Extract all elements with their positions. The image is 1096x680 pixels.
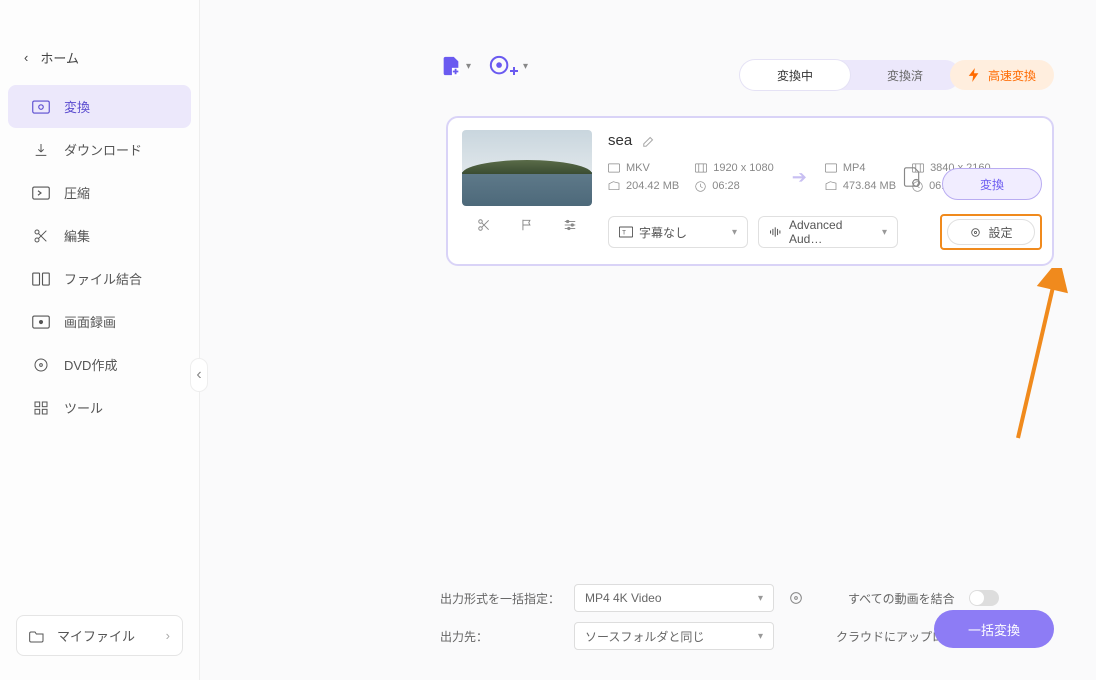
trim-icon[interactable] — [477, 218, 491, 232]
sidebar-item-merge[interactable]: ファイル結合 — [8, 257, 191, 300]
compress-icon — [32, 186, 50, 200]
merge-icon — [32, 272, 50, 286]
sidebar-item-label: 変換 — [64, 97, 90, 116]
edit-name-icon[interactable] — [642, 134, 656, 148]
audio-icon — [769, 226, 783, 238]
chevron-left-icon: ‹ — [24, 50, 28, 65]
sidebar-item-compress[interactable]: 圧縮 — [8, 171, 191, 214]
grid-icon — [32, 400, 50, 416]
output-dest-select[interactable]: ソースフォルダと同じ ▾ — [574, 622, 774, 650]
merge-toggle[interactable] — [969, 590, 999, 606]
sidebar-item-label: ダウンロード — [64, 140, 142, 159]
file-card: sea MKV 1920 x 1080 204.42 MB 06:28 ➔ MP… — [446, 116, 1054, 266]
output-settings-icon[interactable] — [902, 166, 922, 188]
folder-icon — [29, 629, 45, 643]
chevron-down-icon: ▾ — [466, 61, 471, 72]
source-specs: MKV 1920 x 1080 204.42 MB 06:28 — [608, 162, 774, 192]
output-format-select[interactable]: MP4 4K Video ▾ — [574, 584, 774, 612]
convert-icon — [32, 100, 50, 114]
sidebar-item-label: ファイル結合 — [64, 269, 142, 288]
disc-icon — [32, 357, 50, 373]
sidebar-item-dvd[interactable]: DVD作成 — [8, 343, 191, 386]
output-dest-label: 出力先： — [440, 628, 560, 645]
home-link[interactable]: ‹ ホーム — [0, 40, 199, 85]
convert-button[interactable]: 変換 — [942, 168, 1042, 200]
settings-button-highlight[interactable]: 設定 — [940, 214, 1042, 250]
sidebar-item-record[interactable]: 画面録画 — [8, 300, 191, 343]
download-icon — [32, 142, 50, 158]
sidebar-item-tools[interactable]: ツール — [8, 386, 191, 429]
sidebar-item-label: 編集 — [64, 226, 90, 245]
chevron-down-icon: ▾ — [523, 61, 528, 72]
tab-converting[interactable]: 変換中 — [740, 60, 850, 90]
merge-label: すべての動画を結合 — [848, 590, 955, 607]
annotation-arrow — [1008, 268, 1068, 448]
record-icon — [32, 315, 50, 329]
sidebar-item-edit[interactable]: 編集 — [8, 214, 191, 257]
file-name: sea — [608, 132, 632, 149]
arrow-right-icon: ➔ — [788, 167, 811, 188]
sidebar: ‹ ホーム 変換 ダウンロード 圧縮 編集 ファイル結合 画面録画 DVD作成 … — [0, 0, 200, 680]
scissors-icon — [32, 228, 50, 244]
video-thumbnail[interactable] — [462, 130, 592, 206]
output-format-label: 出力形式を一括指定： — [440, 590, 560, 607]
status-tabs: 変換中 変換済 — [740, 60, 960, 90]
svg-text:T: T — [622, 229, 626, 236]
sidebar-item-label: 圧縮 — [64, 183, 90, 202]
chevron-down-icon: ▾ — [758, 631, 763, 642]
sidebar-item-convert[interactable]: 変換 — [8, 85, 191, 128]
add-disc-button[interactable]: ▾ — [489, 55, 528, 77]
audio-select[interactable]: Advanced Aud… ▾ — [758, 216, 898, 248]
sidebar-item-label: ツール — [64, 398, 103, 417]
subtitle-select[interactable]: T 字幕なし ▾ — [608, 216, 748, 248]
chevron-down-icon: ▾ — [732, 227, 737, 238]
tab-converted[interactable]: 変換済 — [850, 60, 960, 90]
collapse-sidebar-button[interactable]: ‹ — [190, 358, 208, 392]
flag-icon[interactable] — [520, 218, 534, 232]
chevron-down-icon: ▾ — [882, 227, 887, 238]
home-label: ホーム — [40, 48, 79, 67]
batch-convert-button[interactable]: 一括変換 — [934, 610, 1054, 648]
chevron-down-icon: ▾ — [758, 593, 763, 604]
sidebar-item-label: DVD作成 — [64, 355, 117, 374]
my-files-label: マイファイル — [57, 626, 135, 645]
lightning-icon — [968, 68, 980, 82]
fast-convert-label: 高速変換 — [988, 67, 1036, 84]
format-settings-icon[interactable] — [788, 590, 804, 606]
my-files-button[interactable]: マイファイル › — [16, 615, 183, 656]
sidebar-item-download[interactable]: ダウンロード — [8, 128, 191, 171]
add-file-button[interactable]: ▾ — [440, 55, 471, 77]
sliders-icon[interactable] — [563, 218, 577, 232]
fast-convert-button[interactable]: 高速変換 — [950, 60, 1054, 90]
main-area: ▾ ▾ 変換中 変換済 高速変換 sea MKV 1920 x 1080 204… — [200, 0, 1096, 680]
sidebar-item-label: 画面録画 — [64, 312, 116, 331]
chevron-right-icon: › — [166, 628, 170, 643]
subtitle-icon: T — [619, 226, 633, 238]
gear-icon — [969, 226, 982, 239]
